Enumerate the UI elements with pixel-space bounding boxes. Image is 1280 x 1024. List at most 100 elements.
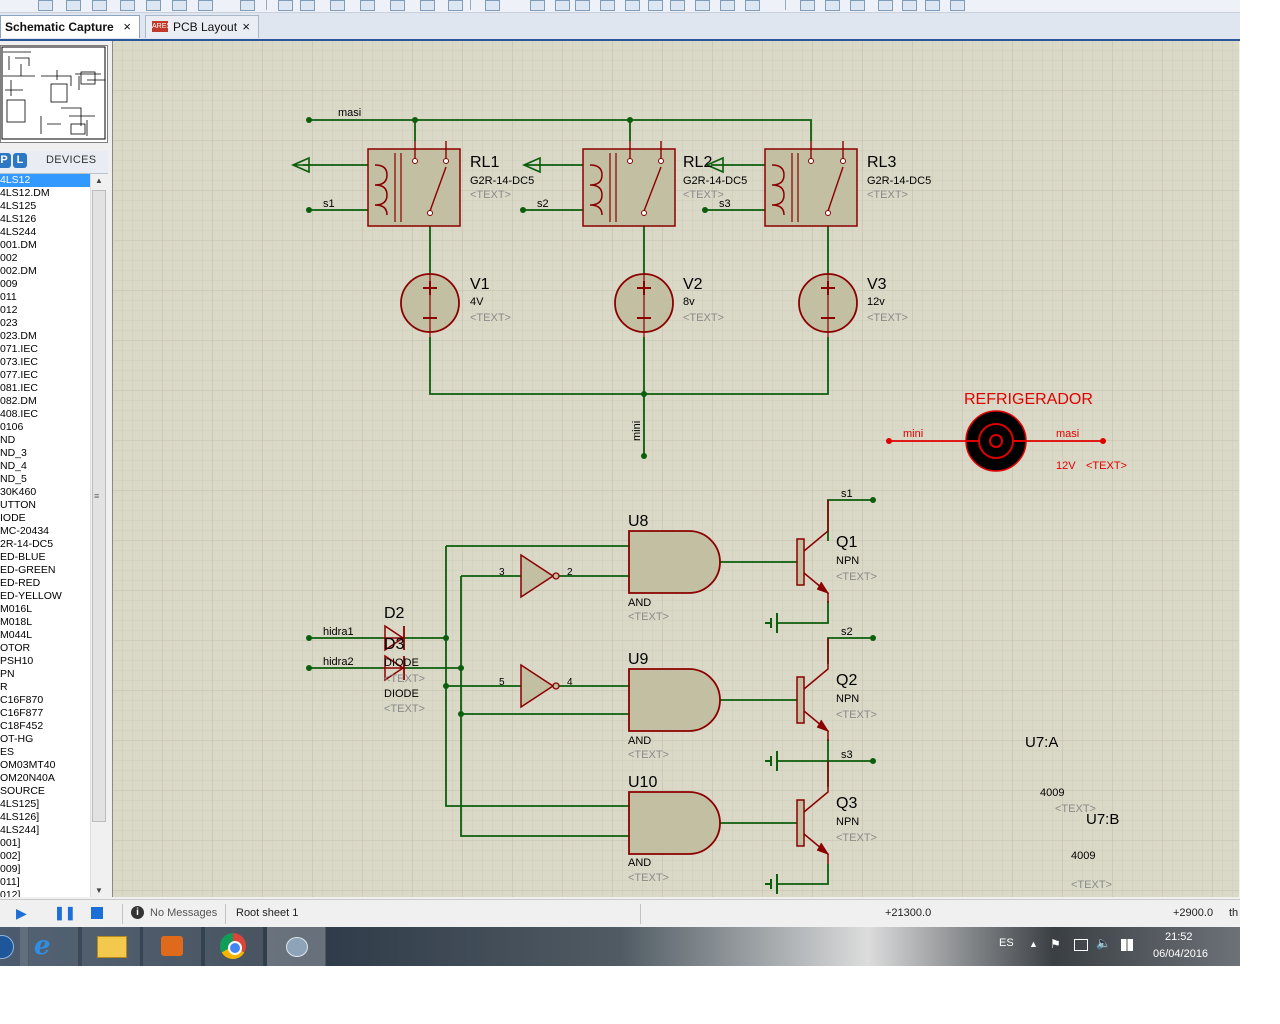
device-list-item[interactable]: 071.IEC	[0, 343, 90, 356]
network-icon[interactable]	[1074, 939, 1088, 951]
toolbar-button[interactable]	[575, 0, 590, 11]
device-list-item[interactable]: 4LS244]	[0, 824, 90, 837]
tab-pcb-layout[interactable]: ARES PCB Layout ×	[145, 15, 259, 38]
toolbar-button[interactable]	[92, 0, 107, 11]
toolbar-button[interactable]	[825, 0, 840, 11]
device-list-item[interactable]: ND_5	[0, 473, 90, 486]
device-list-item[interactable]: 4LS12.DM	[0, 187, 90, 200]
device-list-item[interactable]: 4LS12	[0, 174, 90, 187]
device-list-item[interactable]: 077.IEC	[0, 369, 90, 382]
device-list-item[interactable]: 4LS126	[0, 213, 90, 226]
toolbar-button[interactable]	[448, 0, 463, 11]
device-list-item[interactable]: UTTON	[0, 499, 90, 512]
library-manager-button[interactable]: L	[13, 153, 27, 168]
messages-status[interactable]: No Messages	[150, 907, 217, 919]
language-indicator[interactable]: ES	[999, 937, 1014, 949]
device-list-item[interactable]: C18F452	[0, 720, 90, 733]
flag-icon[interactable]: ⚑	[1050, 937, 1061, 951]
device-list-item[interactable]: ED-YELLOW	[0, 590, 90, 603]
device-list-item[interactable]: 0106	[0, 421, 90, 434]
device-list-item[interactable]: C16F870	[0, 694, 90, 707]
tab-schematic-capture[interactable]: Schematic Capture ×	[0, 15, 140, 38]
device-list-item[interactable]: ES	[0, 746, 90, 759]
toolbar-button[interactable]	[850, 0, 865, 11]
toolbar-button[interactable]	[600, 0, 615, 11]
device-list-item[interactable]: OM03MT40	[0, 759, 90, 772]
device-list-item[interactable]: 023.DM	[0, 330, 90, 343]
pick-devices-button[interactable]: P	[0, 153, 11, 168]
toolbar-button[interactable]	[390, 0, 405, 11]
toolbar-button[interactable]	[670, 0, 685, 11]
device-list-item[interactable]: 012]	[0, 889, 90, 897]
toolbar-button[interactable]	[878, 0, 893, 11]
device-list-scrollbar[interactable]: ▲ ≡ ▼	[90, 174, 107, 897]
toolbar-button[interactable]	[950, 0, 965, 11]
toolbar-button[interactable]	[172, 0, 187, 11]
device-list-item[interactable]: ND_3	[0, 447, 90, 460]
device-list-item[interactable]: OT-HG	[0, 733, 90, 746]
device-list-item[interactable]: 30K460	[0, 486, 90, 499]
device-list-item[interactable]: OM20N40A	[0, 772, 90, 785]
device-list-item[interactable]: ND	[0, 434, 90, 447]
toolbar-button[interactable]	[800, 0, 815, 11]
overview-window[interactable]	[0, 45, 108, 143]
taskbar-internet-explorer[interactable]: e	[20, 927, 79, 966]
taskbar-chrome[interactable]	[205, 927, 264, 966]
toolbar-button[interactable]	[902, 0, 917, 11]
device-list-item[interactable]: R	[0, 681, 90, 694]
device-list-item[interactable]: IODE	[0, 512, 90, 525]
device-list-item[interactable]: 011	[0, 291, 90, 304]
device-list-item[interactable]: PSH10	[0, 655, 90, 668]
toolbar-button[interactable]	[925, 0, 940, 11]
taskbar-proteus[interactable]	[267, 927, 326, 966]
relay-rl2[interactable]	[582, 141, 676, 227]
device-list-item[interactable]: ED-BLUE	[0, 551, 90, 564]
schematic-canvas[interactable]: masi s1 s2 s3 mini mini masi s1 s2 s3 hi…	[112, 41, 1239, 897]
relay-rl3[interactable]	[764, 141, 858, 227]
toolbar-button[interactable]	[198, 0, 213, 11]
toolbar-button[interactable]	[300, 0, 315, 11]
toolbar-button[interactable]	[648, 0, 663, 11]
close-icon[interactable]: ×	[123, 16, 131, 38]
device-list-item[interactable]: 002	[0, 252, 90, 265]
toolbar-button[interactable]	[485, 0, 500, 11]
toolbar-button[interactable]	[420, 0, 435, 11]
toolbar-button[interactable]	[330, 0, 345, 11]
device-list-item[interactable]: 009]	[0, 863, 90, 876]
toolbar-button[interactable]	[278, 0, 293, 11]
device-list-item[interactable]: 4LS244	[0, 226, 90, 239]
device-list-item[interactable]: C16F877	[0, 707, 90, 720]
device-list-item[interactable]: M018L	[0, 616, 90, 629]
device-list-item[interactable]: 023	[0, 317, 90, 330]
clock-time[interactable]: 21:52	[1165, 931, 1193, 943]
device-list-item[interactable]: ED-GREEN	[0, 564, 90, 577]
device-list-item[interactable]: OTOR	[0, 642, 90, 655]
clock-date[interactable]: 06/04/2016	[1153, 948, 1208, 960]
relay-rl1[interactable]	[367, 141, 461, 227]
device-list-item[interactable]: 081.IEC	[0, 382, 90, 395]
device-list-item[interactable]: M044L	[0, 629, 90, 642]
help-button[interactable]	[240, 0, 255, 11]
device-list-item[interactable]: ED-RED	[0, 577, 90, 590]
device-list-item[interactable]: 011]	[0, 876, 90, 889]
pause-icon[interactable]: ❚❚	[54, 905, 76, 921]
scrollbar-thumb[interactable]: ≡	[92, 190, 106, 822]
volume-icon[interactable]: 🔈	[1096, 936, 1111, 950]
scroll-down-icon[interactable]: ▼	[95, 886, 103, 895]
device-list-item[interactable]: 408.IEC	[0, 408, 90, 421]
toolbar-button[interactable]	[695, 0, 710, 11]
close-icon[interactable]: ×	[242, 16, 250, 38]
and-gate-u9[interactable]	[628, 668, 721, 732]
device-list-item[interactable]: ND_4	[0, 460, 90, 473]
device-list-item[interactable]: 4LS125	[0, 200, 90, 213]
and-gate-u10[interactable]	[628, 791, 721, 855]
device-list[interactable]: 4LS12 4LS12.DM 4LS125 4LS126 4LS244 001.DM 002…	[0, 174, 91, 897]
device-list-item[interactable]: 002]	[0, 850, 90, 863]
device-list-item[interactable]: 4LS126]	[0, 811, 90, 824]
device-list-item[interactable]: MC-20434	[0, 525, 90, 538]
taskbar-media-player[interactable]	[143, 927, 202, 966]
device-list-item[interactable]: 082.DM	[0, 395, 90, 408]
toolbar-button[interactable]	[625, 0, 640, 11]
toolbar-button[interactable]	[745, 0, 760, 11]
toolbar-button[interactable]	[555, 0, 570, 11]
